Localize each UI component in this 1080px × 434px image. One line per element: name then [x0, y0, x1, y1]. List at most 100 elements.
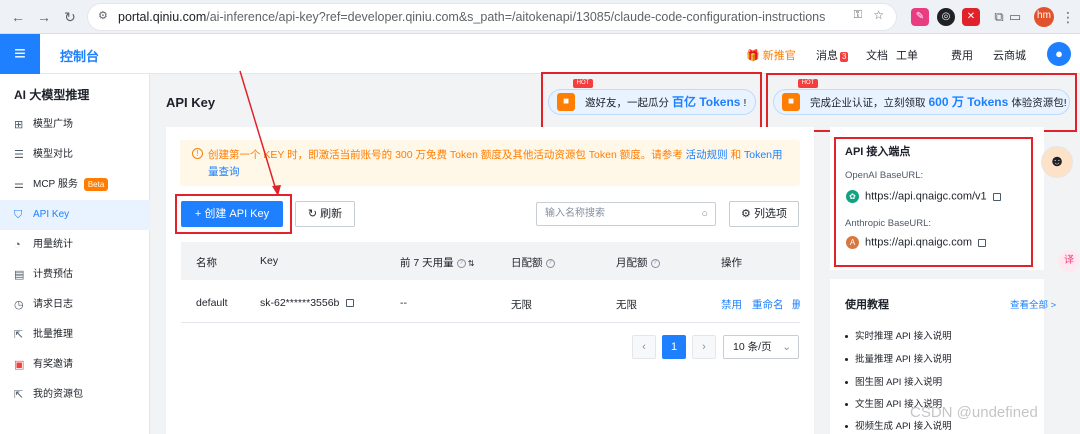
- chevron-down-icon: ⌄: [782, 341, 791, 353]
- col-key-header: Key: [260, 255, 279, 267]
- refresh-button[interactable]: ↻ 刷新: [295, 201, 355, 227]
- tutorial-link[interactable]: 实时推理 API 接入说明: [845, 328, 952, 342]
- rename-link[interactable]: 重命名: [752, 297, 784, 312]
- messages-link[interactable]: 消息 3: [816, 47, 849, 63]
- page-size-select[interactable]: 10 条/页 ⌄: [723, 335, 799, 359]
- cell-monthly-quota: 无限: [616, 299, 637, 311]
- sidebar-title: AI 大模型推理: [14, 88, 90, 102]
- search-icon: ○: [701, 208, 708, 220]
- hamburger-menu-icon[interactable]: ≡: [0, 34, 40, 74]
- billing-link[interactable]: 费用: [951, 47, 973, 63]
- highlight-box: [541, 72, 762, 132]
- sidebar-item-invite[interactable]: ▣ 有奖邀请: [0, 350, 150, 380]
- translate-icon[interactable]: 译: [1058, 250, 1080, 272]
- compare-icon: ☰: [14, 149, 24, 161]
- extension-red-icon[interactable]: ✕: [962, 8, 980, 26]
- sidebar-item-mcp[interactable]: ⚌ MCP 服务 Beta: [0, 170, 150, 200]
- reload-icon[interactable]: ↻: [62, 9, 78, 25]
- sidebar-item-label: 计费预估: [33, 269, 73, 280]
- col-name-header: 名称: [196, 257, 217, 269]
- prev-page-button[interactable]: ‹: [632, 335, 656, 359]
- sidebar-item-billing-estimate[interactable]: ▤ 计费预估: [0, 260, 150, 290]
- next-page-button[interactable]: ›: [692, 335, 716, 359]
- browser-menu-icon[interactable]: ⋮: [1060, 9, 1076, 25]
- browser-chrome: ← → ↻ ⚙ portal.qiniu.com/ai-inference/ap…: [0, 0, 1080, 34]
- col-usage-header[interactable]: 前 7 天用量? ⇅: [400, 255, 474, 270]
- console-topbar: ≡ 控制台 🎁 新推官 消息 3 文档 工单 费用 云商城 ●: [0, 34, 1080, 74]
- cell-key: sk-62******3556b: [260, 297, 355, 309]
- console-title[interactable]: 控制台: [60, 46, 99, 65]
- search-input[interactable]: 输入名称搜索 ○: [536, 202, 716, 226]
- forward-icon[interactable]: →: [36, 9, 52, 25]
- url-text: portal.qiniu.com/ai-inference/api-key?re…: [118, 10, 825, 24]
- sidebar-item-batch[interactable]: ⇱ 批量推理: [0, 320, 150, 350]
- sidebar-item-model-compare[interactable]: ☰ 模型对比: [0, 140, 150, 170]
- refresh-icon: ↻: [307, 208, 321, 220]
- copy-icon[interactable]: [346, 299, 355, 308]
- highlight-box: [175, 194, 292, 234]
- view-all-link[interactable]: 查看全部 >: [1010, 297, 1056, 311]
- profile-initials: hm: [1037, 10, 1051, 21]
- clock-icon: ◷: [14, 299, 24, 311]
- bookmark-star-icon[interactable]: ☆: [873, 8, 884, 22]
- beta-badge: Beta: [83, 177, 109, 191]
- sidebar: AI 大模型推理 ⊞ 模型广场 ☰ 模型对比 ⚌ MCP 服务 Beta ⛉ API Ke…: [0, 74, 150, 434]
- search-placeholder: 输入名称搜索: [545, 208, 605, 219]
- help-icon[interactable]: ?: [650, 258, 660, 268]
- gift-icon: ▣: [14, 359, 25, 371]
- message-count-badge: 3: [840, 52, 849, 62]
- gift-icon: 🎁: [746, 50, 763, 62]
- highlight-box: [766, 73, 1077, 132]
- col-monthly-header: 月配额?: [616, 255, 660, 270]
- extension-pink-icon[interactable]: ✎: [911, 8, 929, 26]
- tutorials-title: 使用教程: [845, 299, 889, 311]
- tutorial-label: 批量推理 API 接入说明: [855, 354, 952, 365]
- column-options-button[interactable]: ⚙ 列选项: [729, 201, 799, 227]
- watermark: CSDN @undefined: [910, 404, 1038, 421]
- sidebar-item-usage[interactable]: ◔ 用量统计: [0, 230, 150, 260]
- tutorial-label: 图生图 API 接入说明: [855, 377, 943, 388]
- tutorial-link[interactable]: 批量推理 API 接入说明: [845, 351, 952, 365]
- new-user-link[interactable]: 🎁 新推官: [746, 47, 796, 63]
- col-daily-header: 日配额?: [511, 255, 555, 270]
- back-icon[interactable]: ←: [10, 9, 26, 25]
- activity-rules-link[interactable]: 活动规则: [686, 149, 728, 161]
- grid-icon: ⊞: [14, 119, 24, 131]
- col-daily-label: 日配额: [511, 257, 543, 269]
- refresh-label: 刷新: [320, 208, 343, 220]
- help-icon[interactable]: ?: [456, 258, 466, 268]
- delete-link[interactable]: 删: [792, 297, 800, 312]
- sidebar-item-api-key[interactable]: ⛉ API Key: [0, 200, 150, 230]
- sidebar-item-resource-packs[interactable]: ⇱ 我的资源包: [0, 380, 150, 410]
- profile-avatar[interactable]: hm: [1034, 7, 1054, 27]
- sidebar-item-label: 模型广场: [33, 119, 73, 130]
- cell-daily-quota: 无限: [511, 299, 532, 311]
- extension-ai-icon[interactable]: ◎: [937, 8, 955, 26]
- sidebar-panel-icon[interactable]: ▭: [1006, 8, 1024, 26]
- page-button-current[interactable]: 1: [662, 335, 686, 359]
- highlight-box: [834, 137, 1033, 267]
- tickets-link[interactable]: 工单: [896, 47, 918, 63]
- page-size-value: 10 条/页: [733, 341, 772, 353]
- help-icon[interactable]: ?: [545, 258, 555, 268]
- col-monthly-label: 月配额: [616, 257, 648, 269]
- sidebar-item-label: API Key: [33, 209, 70, 220]
- disable-link[interactable]: 禁用: [721, 297, 742, 312]
- user-avatar[interactable]: ●: [1047, 42, 1071, 66]
- gear-icon: ⚙: [741, 208, 754, 220]
- assistant-avatar[interactable]: ☻: [1041, 146, 1073, 178]
- sidebar-item-model-square[interactable]: ⊞ 模型广场: [0, 110, 150, 140]
- sidebar-item-label: 模型对比: [33, 149, 73, 160]
- external-icon: ⇱: [14, 329, 24, 341]
- bullet: [845, 357, 848, 361]
- tutorial-link[interactable]: 图生图 API 接入说明: [845, 374, 942, 388]
- site-settings-icon[interactable]: ⚙: [98, 9, 108, 22]
- sort-icon[interactable]: ⇅: [468, 259, 475, 268]
- cloud-mall-link[interactable]: 云商城: [993, 47, 1026, 63]
- key-icon[interactable]: ⚿: [854, 9, 862, 22]
- address-bar[interactable]: ⚙ portal.qiniu.com/ai-inference/api-key?…: [88, 4, 896, 30]
- cell-name: default: [196, 297, 228, 309]
- messages-label: 消息: [816, 50, 838, 62]
- docs-link[interactable]: 文档: [866, 47, 888, 63]
- sidebar-item-request-log[interactable]: ◷ 请求日志: [0, 290, 150, 320]
